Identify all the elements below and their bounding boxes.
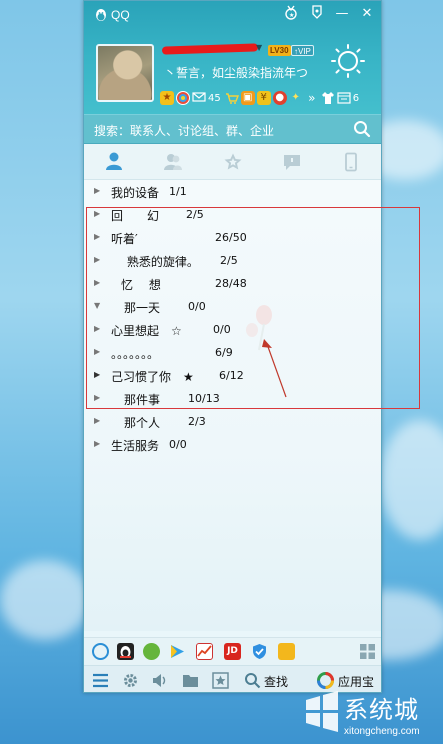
- close-icon[interactable]: ✕: [358, 5, 376, 23]
- group-my-devices[interactable]: ▶ 我的设备 1/1: [84, 180, 381, 203]
- chevron-right-icon: ▶: [94, 186, 101, 195]
- chevron-right-icon: ▶: [94, 439, 101, 448]
- speaker-icon[interactable]: [152, 672, 169, 689]
- watermark-name: 系统城: [344, 696, 419, 724]
- search-placeholder: 搜索：联系人、讨论组、群、企业: [94, 124, 275, 138]
- colorful-circle-icon[interactable]: [176, 91, 190, 105]
- tab-device[interactable]: [322, 144, 381, 179]
- group-life-services[interactable]: ▶ 生活服务 0/0: [84, 433, 381, 456]
- profile-header: QQ ★ — ✕ ▼ LV30 ↑VIP 丶誓言，如尘般染指流年つ ★ 45 ▣…: [84, 1, 381, 114]
- vip-label: VIP: [298, 47, 311, 56]
- grid-apps-icon[interactable]: [359, 643, 376, 660]
- shield-icon[interactable]: [251, 643, 268, 660]
- star-icon[interactable]: ★: [160, 91, 174, 105]
- app-manager-icon[interactable]: [337, 91, 351, 105]
- music-icon[interactable]: [143, 643, 160, 660]
- watermark-url: xitongcheng.com: [344, 726, 420, 737]
- avatar[interactable]: [96, 44, 154, 102]
- group-count: 0/0: [169, 438, 187, 451]
- signature-text[interactable]: 丶誓言，如尘般染指流年つ: [164, 64, 308, 81]
- medal-icon[interactable]: ★: [282, 5, 300, 27]
- main-tabs: [84, 144, 381, 180]
- cart-icon[interactable]: [225, 91, 239, 105]
- qq-pet-icon[interactable]: [117, 643, 134, 660]
- status-icons-row: ★ 45 ▣ ¥ ● ✦ » 6: [160, 89, 361, 107]
- stock-chart-icon[interactable]: [196, 643, 213, 660]
- skin-icon[interactable]: [308, 5, 326, 25]
- group-count: 1/1: [169, 185, 187, 198]
- group-name: 我的设备: [111, 186, 160, 200]
- minimize-icon[interactable]: —: [333, 5, 351, 23]
- site-watermark: 系统城 xitongcheng.com: [292, 686, 443, 744]
- game-pet-icon[interactable]: [278, 643, 295, 660]
- gear-icon[interactable]: [122, 672, 139, 689]
- chat-icon: [283, 154, 300, 170]
- group-name: 那个人: [124, 416, 161, 430]
- sun-weather-icon[interactable]: [330, 43, 366, 79]
- mail-icon[interactable]: [192, 91, 206, 105]
- group-count: 2/3: [188, 415, 206, 428]
- app-shortcut-bar: JD: [84, 637, 381, 665]
- main-menu-icon[interactable]: [92, 672, 109, 689]
- game-icon[interactable]: ●: [272, 91, 287, 105]
- mail-count: 45: [208, 92, 221, 104]
- window-title: QQ: [111, 8, 130, 22]
- chevron-right-icon: ▶: [94, 416, 101, 425]
- annotation-highlight-box: [86, 207, 420, 409]
- chevron-down-icon[interactable]: ▼: [256, 43, 262, 52]
- browser-icon[interactable]: [92, 643, 109, 660]
- jd-icon[interactable]: JD: [224, 643, 241, 660]
- group-that-person[interactable]: ▶ 那个人 2/3: [84, 410, 381, 433]
- tab-contacts[interactable]: [84, 144, 143, 179]
- phone-icon: [345, 152, 358, 171]
- video-play-icon[interactable]: [169, 643, 186, 660]
- qq-penguin-icon: [96, 9, 106, 21]
- person-icon: [105, 152, 122, 170]
- folder-icon[interactable]: [182, 672, 199, 689]
- more-icon[interactable]: »: [305, 91, 319, 105]
- title-bar[interactable]: QQ ★ — ✕: [84, 1, 381, 29]
- nickname-redacted: [161, 43, 259, 55]
- search-icon[interactable]: [353, 120, 371, 138]
- favorite-box-icon[interactable]: [212, 672, 229, 689]
- find-button-label[interactable]: 查找: [264, 673, 288, 690]
- runner-icon[interactable]: ✦: [289, 91, 303, 105]
- find-search-icon[interactable]: [244, 672, 261, 689]
- xitongcheng-logo-icon: [306, 691, 338, 732]
- level-badge[interactable]: LV30: [268, 45, 291, 56]
- level-count: 6: [352, 92, 360, 104]
- shirt-icon[interactable]: [321, 91, 335, 105]
- group-name: 生活服务: [111, 439, 160, 453]
- search-bar[interactable]: 搜索：联系人、讨论组、群、企业: [84, 114, 381, 144]
- gift-icon[interactable]: ▣: [240, 91, 255, 105]
- svg-text:★: ★: [289, 12, 294, 19]
- tab-messages[interactable]: [262, 144, 321, 179]
- wallet-icon[interactable]: ¥: [256, 91, 271, 105]
- tab-groups[interactable]: [143, 144, 202, 179]
- tab-favorites[interactable]: [203, 144, 262, 179]
- vip-badge[interactable]: ↑VIP: [291, 45, 314, 56]
- star-icon: [224, 153, 242, 169]
- people-icon: [164, 153, 183, 170]
